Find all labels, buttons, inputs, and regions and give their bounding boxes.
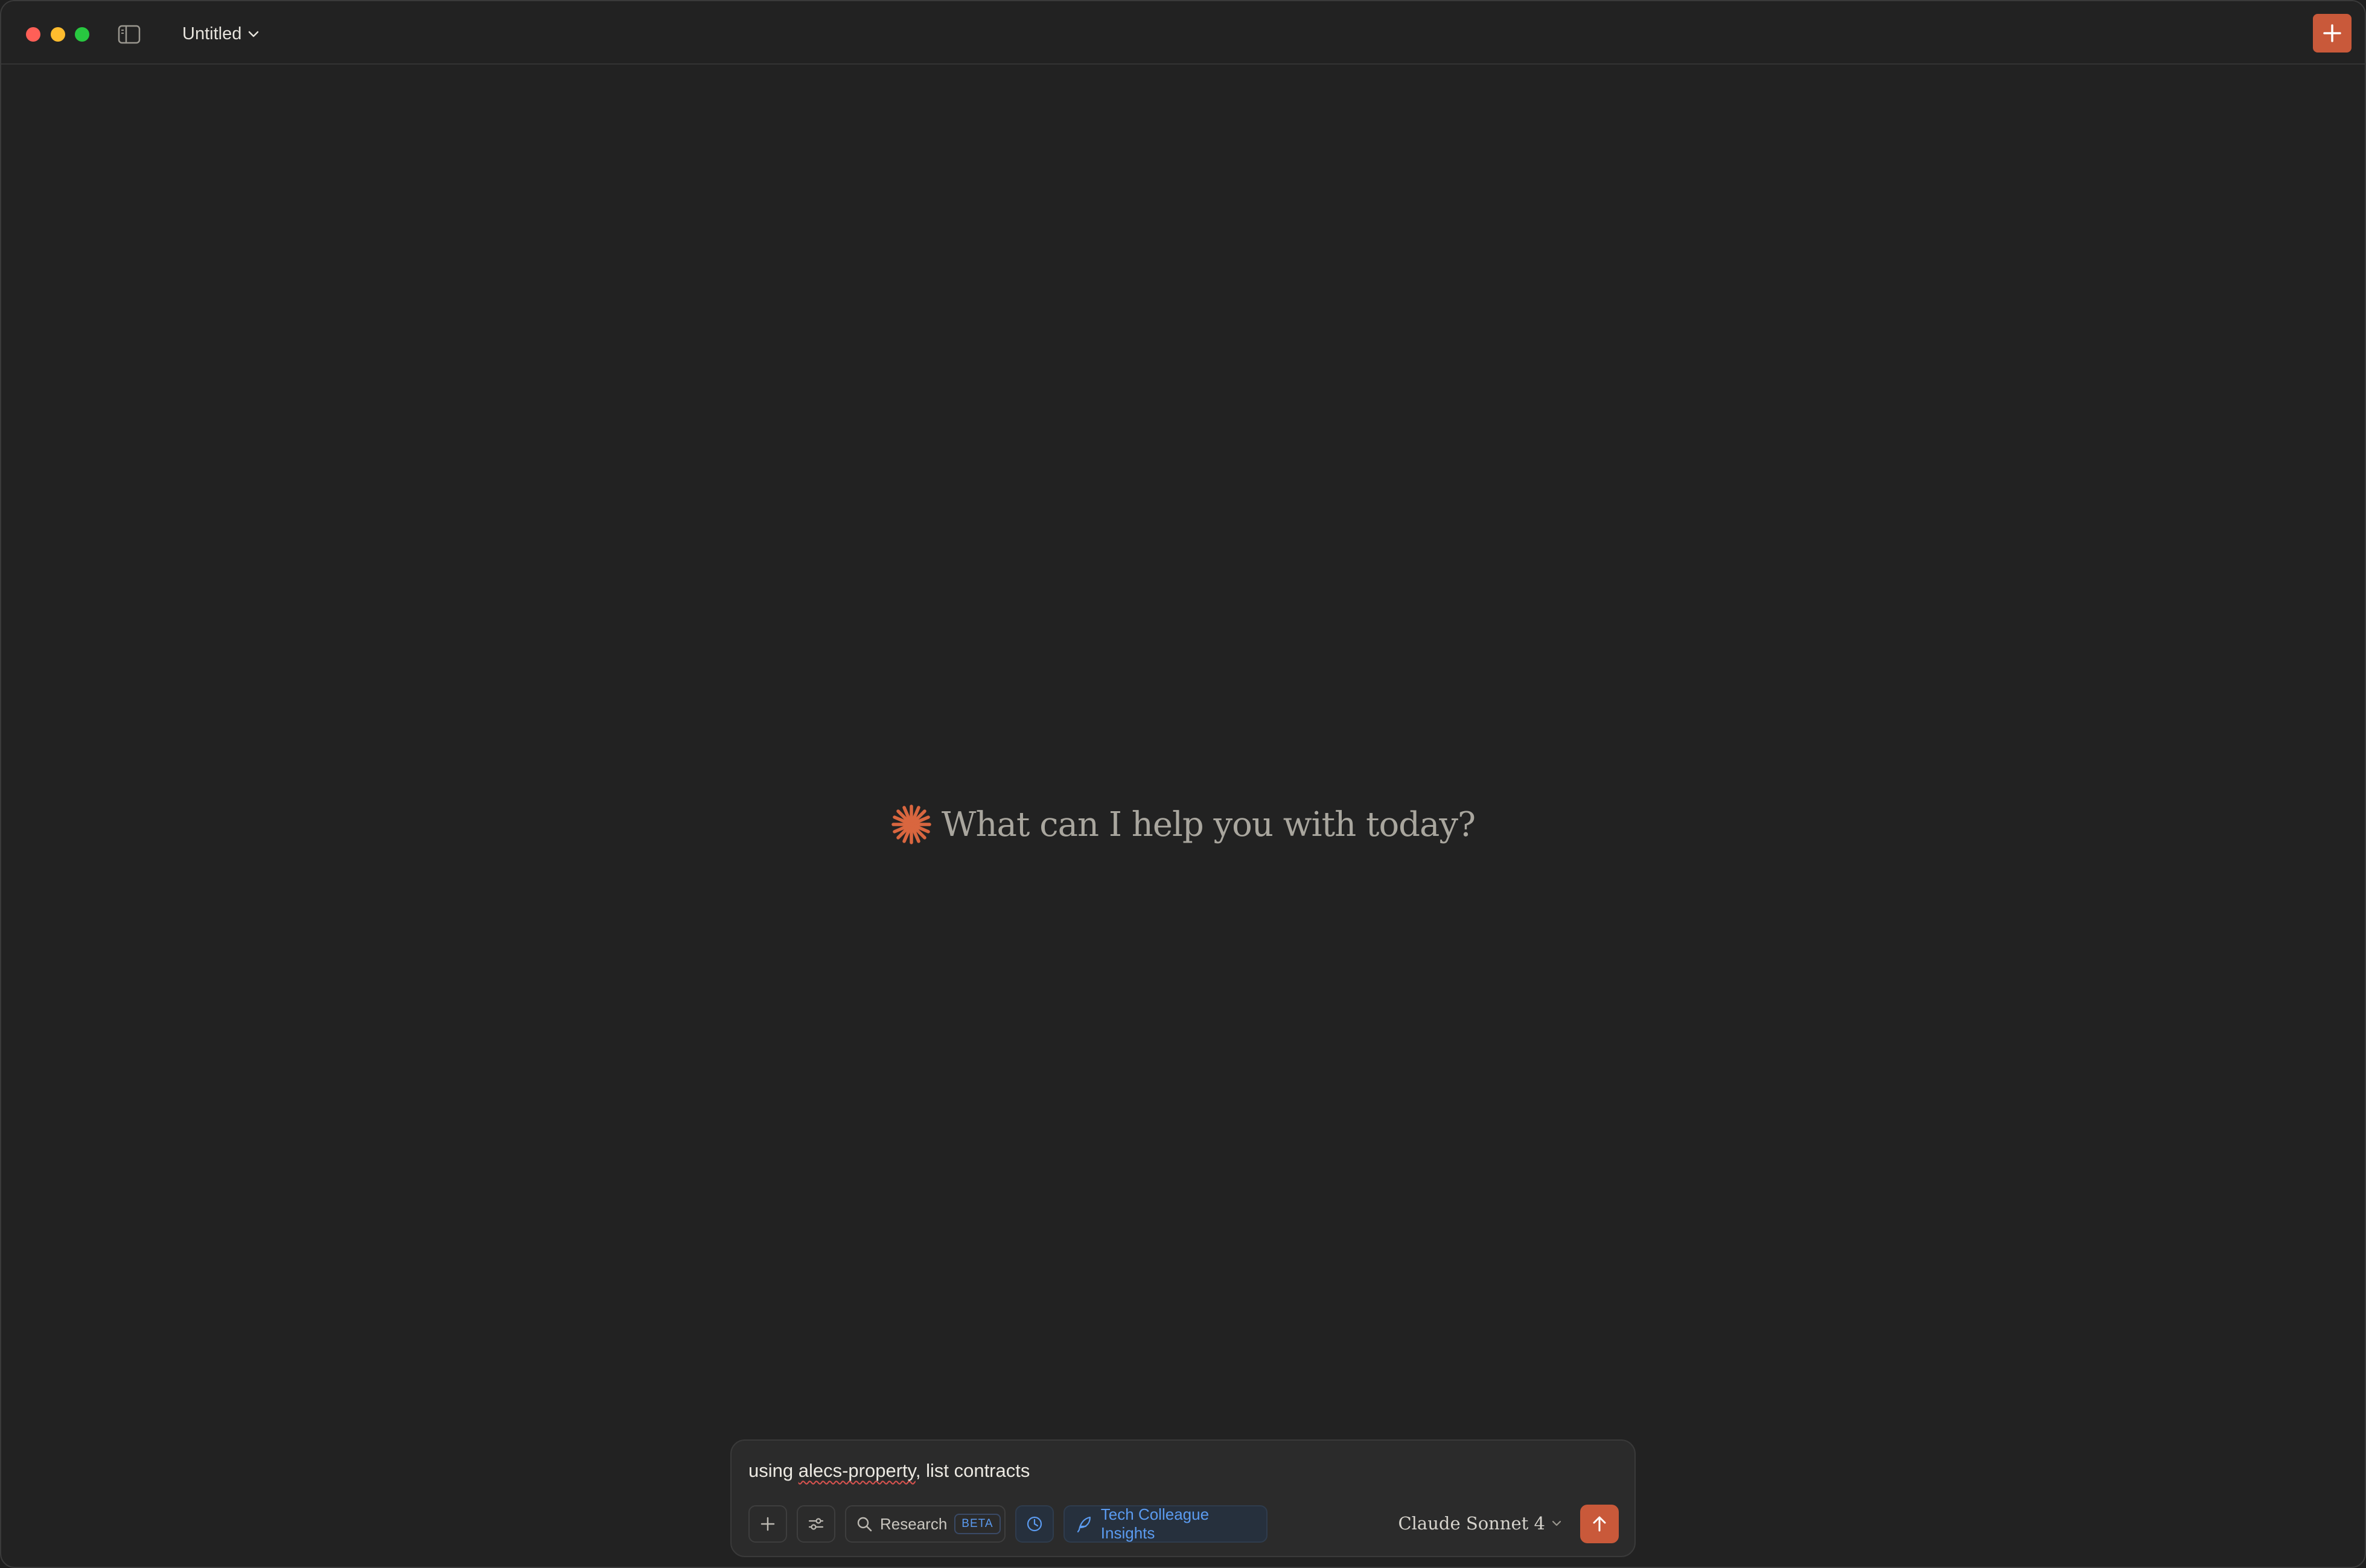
prompt-input[interactable]: using alecs-property, list contracts xyxy=(748,1460,1030,1482)
send-button[interactable] xyxy=(1580,1505,1619,1543)
prompt-text-start: using xyxy=(748,1460,799,1481)
model-label: Claude Sonnet 4 xyxy=(1398,1513,1545,1534)
plus-icon xyxy=(2323,24,2341,42)
sidebar-icon xyxy=(118,25,141,44)
claude-spark-icon xyxy=(891,805,931,844)
sidebar-toggle-button[interactable] xyxy=(118,25,141,44)
chevron-down-icon xyxy=(1552,1520,1561,1526)
close-window-button[interactable] xyxy=(26,27,40,42)
new-chat-button[interactable] xyxy=(2313,14,2352,53)
prompt-text-misspelled: alecs-property xyxy=(798,1460,916,1481)
greeting-text: What can I help you with today? xyxy=(941,805,1476,844)
search-icon xyxy=(857,1517,872,1532)
conversation-title-menu[interactable]: Untitled xyxy=(182,22,260,46)
greeting-hero: What can I help you with today? xyxy=(1,804,2365,845)
maximize-window-button[interactable] xyxy=(75,27,89,42)
insights-label: Tech Colleague Insights xyxy=(1100,1505,1210,1542)
app-window: Untitled What can I help you with today?… xyxy=(0,0,2366,1568)
prompt-text-end: , list contracts xyxy=(915,1460,1030,1481)
feather-icon xyxy=(1077,1516,1091,1533)
minimize-window-button[interactable] xyxy=(51,27,65,42)
chevron-down-icon xyxy=(249,31,259,37)
attach-button[interactable] xyxy=(748,1505,787,1543)
conversation-title: Untitled xyxy=(182,24,242,43)
beta-badge: BETA xyxy=(954,1514,1001,1534)
tools-button[interactable] xyxy=(797,1505,835,1543)
tech-colleague-insights-button[interactable]: Tech Colleague Insights xyxy=(1063,1505,1268,1543)
message-composer: using alecs-property, list contracts Res… xyxy=(730,1439,1636,1557)
research-label: Research xyxy=(880,1514,948,1533)
model-selector[interactable]: Claude Sonnet 4 xyxy=(1398,1513,1562,1534)
research-button[interactable]: Research BETA xyxy=(845,1505,1006,1543)
extended-thinking-button[interactable] xyxy=(1015,1505,1054,1543)
sliders-icon xyxy=(808,1518,824,1530)
clock-icon xyxy=(1027,1516,1042,1532)
arrow-up-icon xyxy=(1593,1516,1606,1532)
plus-icon xyxy=(760,1517,775,1531)
title-bar: Untitled xyxy=(1,1,2365,65)
